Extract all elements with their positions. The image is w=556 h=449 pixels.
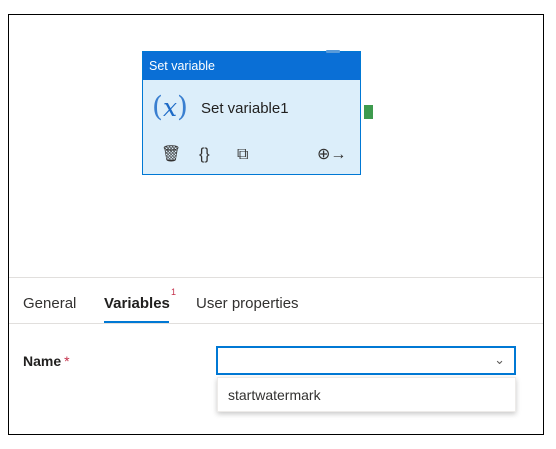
delete-icon[interactable]: 🗑 — [161, 146, 181, 164]
tab-general[interactable]: General — [23, 295, 76, 312]
set-variable-activity[interactable]: Set variable (x) Set variable1 🗑 {} ⧉ ⊕→ — [142, 51, 361, 175]
activity-type-label: Set variable — [143, 52, 360, 80]
divider — [9, 277, 543, 278]
properties-tabs: General Variables 1 User properties — [9, 285, 543, 325]
activity-actions: 🗑 {} ⧉ ⊕→ — [161, 146, 351, 166]
code-icon[interactable]: {} — [199, 146, 210, 164]
activity-body: (x) Set variable1 🗑 {} ⧉ ⊕→ — [143, 80, 360, 174]
tab-variables[interactable]: Variables — [104, 295, 170, 312]
activity-name: Set variable1 — [201, 100, 289, 117]
tab-user-properties[interactable]: User properties — [196, 295, 299, 312]
pipeline-canvas[interactable]: Set variable (x) Set variable1 🗑 {} ⧉ ⊕→ — [9, 15, 543, 277]
success-output-connector[interactable] — [364, 105, 373, 119]
name-dropdown-menu: startwatermark — [217, 377, 516, 412]
variable-fx-icon: (x) — [152, 90, 188, 123]
pipeline-editor: Set variable (x) Set variable1 🗑 {} ⧉ ⊕→… — [8, 14, 544, 435]
copy-icon[interactable]: ⧉ — [237, 146, 248, 164]
chevron-down-icon[interactable]: ⌄ — [494, 352, 505, 368]
tab-variables-badge: 1 — [171, 287, 177, 297]
divider — [9, 323, 543, 324]
name-field-label: Name * — [23, 353, 70, 369]
dropdown-option-startwatermark[interactable]: startwatermark — [228, 387, 321, 403]
add-output-icon[interactable]: ⊕→ — [317, 146, 346, 164]
name-dropdown[interactable]: ⌄ — [216, 346, 516, 375]
required-marker: * — [64, 353, 70, 369]
